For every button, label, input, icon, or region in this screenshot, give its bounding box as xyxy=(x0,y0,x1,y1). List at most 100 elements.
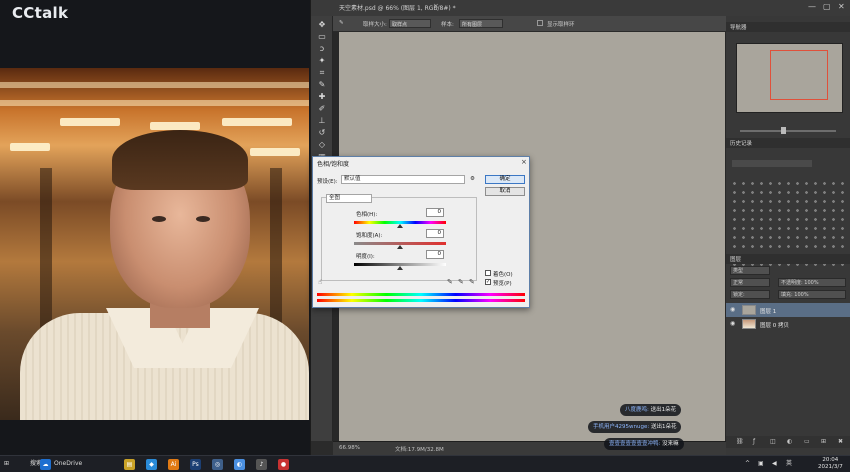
cctalk-panel: CCtalk xyxy=(0,0,310,455)
hue-slider-knob[interactable] xyxy=(397,224,403,228)
navigator-zoom-slider[interactable] xyxy=(740,130,836,132)
visibility-eye-icon[interactable]: ◉ xyxy=(730,320,735,327)
navigator-tab[interactable]: 导航器 xyxy=(730,23,747,31)
layers-footer: ⛓ ƒ ◫ ◐ ▭ ⊞ ✖ xyxy=(726,436,850,448)
layer-name: 图层 1 xyxy=(760,309,777,315)
opacity-field[interactable]: 不透明度: 100% xyxy=(778,278,846,287)
input-method-indicator[interactable]: 英 xyxy=(786,458,792,470)
clock-time: 20:04 xyxy=(822,457,839,463)
lightness-input[interactable]: 0 xyxy=(426,250,444,259)
minimize-icon[interactable]: — xyxy=(808,2,816,11)
colorize-checkbox[interactable] xyxy=(485,270,491,276)
marquee-tool-icon[interactable]: ▭ xyxy=(316,32,328,42)
screen: CCtalk 天空素材.psd @ 66% (图层 1, RGB/8#) * × xyxy=(0,0,850,472)
visibility-eye-icon[interactable]: ◉ xyxy=(730,306,735,313)
lasso-tool-icon[interactable]: ↄ xyxy=(316,44,328,54)
ceiling-light xyxy=(250,148,300,156)
photoshop-icon[interactable]: Ps xyxy=(190,459,201,470)
maximize-icon[interactable]: ▢ xyxy=(823,2,831,11)
close-icon[interactable]: × xyxy=(521,158,527,166)
fill-field[interactable]: 填充: 100% xyxy=(778,290,846,299)
network-icon[interactable]: ▣ xyxy=(758,458,764,470)
new-layer-icon[interactable]: ⊞ xyxy=(821,438,826,445)
onedrive-icon[interactable]: ☁ xyxy=(40,459,51,470)
ceiling-light xyxy=(10,143,50,151)
healing-brush-icon[interactable]: ✚ xyxy=(316,92,328,102)
file-explorer-icon[interactable]: ▤ xyxy=(124,459,135,470)
eyedropper-tool-icon[interactable]: ✎ xyxy=(339,20,344,26)
navigator-zoom-knob[interactable] xyxy=(781,127,786,134)
layer-thumbnail xyxy=(742,305,756,315)
hand-adjust-icon[interactable]: ☝ xyxy=(318,278,322,286)
preset-options-icon[interactable]: ⚙ xyxy=(470,176,475,182)
link-icon[interactable]: ⛓ xyxy=(736,438,744,445)
hue-label: 色相(H): xyxy=(356,212,378,218)
channel-select[interactable]: 全图 xyxy=(326,194,372,203)
eyedropper-icon[interactable]: ✎ xyxy=(447,278,453,286)
preview-checkbox[interactable]: ✓ xyxy=(485,279,491,285)
person-eye xyxy=(196,216,210,222)
chat-nick: 壹壹壹壹壹壹壹冲鸭: xyxy=(609,441,661,447)
saturation-input[interactable]: 0 xyxy=(426,229,444,238)
brush-tool-icon[interactable]: ✐ xyxy=(316,104,328,114)
eyedropper-plus-icon[interactable]: ✎ xyxy=(458,278,464,286)
hue-input[interactable]: 0 xyxy=(426,208,444,217)
illustrator-icon[interactable]: Ai xyxy=(168,459,179,470)
person-hair xyxy=(112,130,248,190)
history-brush-icon[interactable]: ↺ xyxy=(316,128,328,138)
lightness-slider-knob[interactable] xyxy=(397,266,403,270)
quick-select-tool-icon[interactable]: ✦ xyxy=(316,56,328,66)
clone-stamp-icon[interactable]: ⊥ xyxy=(316,116,328,126)
media-icon[interactable]: ♪ xyxy=(256,459,267,470)
eyedropper-icon[interactable]: ✎ xyxy=(316,80,328,90)
navigator-view-box[interactable] xyxy=(770,50,828,100)
layers-tab[interactable]: 图层 xyxy=(730,255,741,263)
trash-icon[interactable]: ✖ xyxy=(838,438,843,445)
mask-icon[interactable]: ◫ xyxy=(770,438,776,445)
folder-icon[interactable]: ▭ xyxy=(804,438,810,445)
layer-kind-filter[interactable]: 类型 xyxy=(730,266,770,275)
browser-icon[interactable]: ◐ xyxy=(234,459,245,470)
ok-button[interactable]: 确定 xyxy=(485,175,525,184)
output-spectrum-bar xyxy=(317,299,525,302)
history-tab[interactable]: 历史记录 xyxy=(730,139,752,147)
layer-row[interactable]: ◉ 图层 0 拷贝 xyxy=(726,317,850,331)
close-window-icon[interactable]: ✕ xyxy=(838,2,845,11)
blend-mode-select[interactable]: 正常 xyxy=(730,278,770,287)
tray-arrow-icon[interactable]: ^ xyxy=(745,458,750,470)
app-red-icon[interactable]: ● xyxy=(278,459,289,470)
options-bar: ✎ 取样大小: 取样点 样本: 所有图层 显示取样环 xyxy=(311,16,726,32)
cancel-button[interactable]: 取消 xyxy=(485,187,525,196)
colorize-label: 着色(O) xyxy=(493,272,513,278)
saturation-slider-knob[interactable] xyxy=(397,245,403,249)
chat-app-icon[interactable]: ◎ xyxy=(212,459,223,470)
close-tab-icon[interactable]: × xyxy=(433,2,439,10)
preset-select[interactable]: 默认值 xyxy=(341,175,465,184)
chat-bubble: 八度鹿鸣: 送出1朵花 xyxy=(620,404,682,416)
app-icon[interactable]: ◆ xyxy=(146,459,157,470)
adjustment-icon[interactable]: ◐ xyxy=(787,438,792,445)
chat-text: 送出1朵花 xyxy=(650,407,677,413)
history-state-row[interactable] xyxy=(732,160,812,167)
zoom-readout[interactable]: 66.98% xyxy=(339,445,360,451)
move-tool-icon[interactable]: ✥ xyxy=(316,20,328,30)
hue-saturation-dialog: 色相/饱和度 × 预设(E): 默认值 ⚙ 确定 取消 全图 色相(H): 0 … xyxy=(312,156,530,308)
show-ring-checkbox[interactable] xyxy=(537,20,543,26)
ceiling-stripe xyxy=(0,82,309,88)
sample-size-select[interactable]: 取样点 xyxy=(389,19,431,28)
chat-bubble: 壹壹壹壹壹壹壹冲鸭: 没来嘛 xyxy=(604,438,684,450)
lock-label: 锁定: xyxy=(730,290,770,299)
eyedropper-minus-icon[interactable]: ✎ xyxy=(469,278,475,286)
teacher-video[interactable] xyxy=(0,68,309,420)
navigator-thumbnail[interactable] xyxy=(736,43,843,113)
volume-icon[interactable]: ◀ xyxy=(772,458,777,470)
fx-icon[interactable]: ƒ xyxy=(753,438,755,445)
layer-row[interactable]: ◉ 图层 1 xyxy=(726,303,850,317)
crop-tool-icon[interactable]: ⌗ xyxy=(316,68,328,78)
ceiling-stripe xyxy=(0,100,309,106)
sample-select[interactable]: 所有图层 xyxy=(459,19,503,28)
onedrive-label[interactable]: OneDrive xyxy=(54,458,82,470)
clock[interactable]: 20:04 2021/3/7 xyxy=(818,457,843,471)
windows-start-icon[interactable]: ⊞ xyxy=(4,458,9,470)
eraser-tool-icon[interactable]: ◇ xyxy=(316,140,328,150)
